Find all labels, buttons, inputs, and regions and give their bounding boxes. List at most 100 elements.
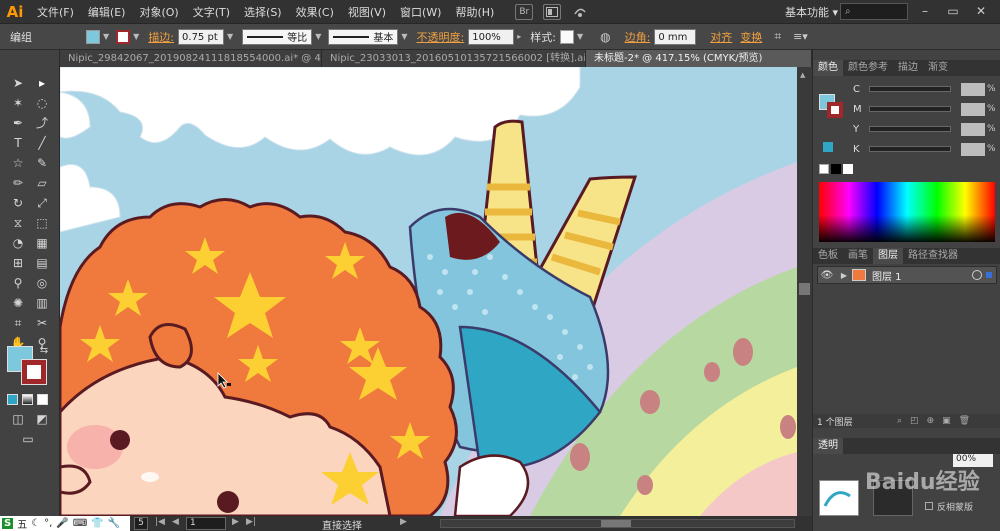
layer-row[interactable]: 👁 ▶ 图层 1 bbox=[817, 266, 997, 284]
eraser-icon[interactable]: ▱ bbox=[32, 174, 52, 192]
next-page-icon[interactable]: ▶ bbox=[232, 517, 239, 527]
recolor-icon[interactable]: ◍ bbox=[600, 30, 610, 44]
cyan-slider[interactable] bbox=[869, 86, 951, 92]
draw-inside-icon[interactable]: ◩ bbox=[32, 410, 52, 428]
curvature-tool-icon[interactable]: ⤴ bbox=[32, 114, 52, 132]
lasso-icon[interactable]: ◌ bbox=[32, 94, 52, 112]
scale-icon[interactable]: ⤢ bbox=[32, 194, 52, 212]
gradient-mode-icon[interactable] bbox=[22, 394, 33, 405]
tab-brushes[interactable]: 画笔 bbox=[843, 248, 873, 264]
menu-object[interactable]: 对象(O) bbox=[132, 4, 185, 20]
yellow-slider[interactable] bbox=[869, 126, 951, 132]
blend-tool-icon[interactable]: ◎ bbox=[32, 274, 52, 292]
out-of-gamut-icon[interactable] bbox=[823, 142, 833, 152]
last-page-icon[interactable]: ▶| bbox=[246, 517, 256, 527]
tab-document-2[interactable]: Nipic_23033013_20160510135721566002 [转换]… bbox=[322, 50, 586, 67]
maximize-button[interactable]: ▭ bbox=[940, 3, 966, 20]
artboard-tool-icon[interactable]: ⌗ bbox=[8, 314, 28, 332]
layer-name[interactable]: 图层 1 bbox=[872, 268, 972, 283]
gradient-tool-icon[interactable]: ▤ bbox=[32, 254, 52, 272]
mesh-tool-icon[interactable]: ⊞ bbox=[8, 254, 28, 272]
tab-document-3[interactable]: 未标题-2* @ 417.15% (CMYK/预览) bbox=[586, 50, 812, 67]
panel-menu-icon[interactable]: ≡▾ bbox=[793, 30, 808, 43]
ime-toolbar[interactable]: S 五 ☾ °, 🎤 ⌨ 👕 🔧 bbox=[0, 516, 130, 531]
graph-tool-icon[interactable]: ▥ bbox=[32, 294, 52, 312]
opacity-field[interactable]: 100% bbox=[468, 28, 515, 45]
invert-mask-checkbox[interactable] bbox=[925, 502, 933, 510]
locate-object-icon[interactable]: ⌕ bbox=[897, 416, 902, 426]
swap-colors-icon[interactable]: ⇆ bbox=[34, 342, 54, 360]
paintbrush-icon[interactable]: ✎ bbox=[32, 154, 52, 172]
variable-width-profile[interactable]: 等比 bbox=[242, 28, 313, 45]
chevron-right-icon[interactable]: ▸ bbox=[517, 32, 521, 41]
menu-view[interactable]: 视图(V) bbox=[341, 4, 393, 20]
first-page-icon[interactable]: |◀ bbox=[155, 517, 165, 527]
none-swatch[interactable] bbox=[819, 164, 829, 174]
cyan-value[interactable] bbox=[961, 82, 985, 96]
tab-layers[interactable]: 图层 bbox=[873, 248, 903, 264]
type-tool-icon[interactable]: T bbox=[8, 134, 28, 152]
white-swatch[interactable] bbox=[843, 164, 853, 174]
eyedropper-icon[interactable]: ⚲ bbox=[8, 274, 28, 292]
vertical-scrollbar[interactable]: ▲ bbox=[797, 67, 812, 516]
bridge-icon[interactable]: Br bbox=[515, 3, 534, 20]
panel-stroke-swatch[interactable] bbox=[827, 102, 843, 118]
shape-builder-icon[interactable]: ◔ bbox=[8, 234, 28, 252]
menu-edit[interactable]: 编辑(E) bbox=[81, 4, 133, 20]
chevron-down-icon[interactable]: ▼ bbox=[577, 32, 583, 41]
color-mode-icon[interactable] bbox=[7, 394, 18, 405]
chevron-down-icon[interactable]: ▼ bbox=[315, 32, 321, 41]
tab-color-guide[interactable]: 颜色参考 bbox=[843, 60, 893, 76]
arrange-icon[interactable] bbox=[543, 3, 562, 20]
selection-tool-icon[interactable]: ➤ bbox=[8, 74, 28, 92]
tab-document-1[interactable]: Nipic_29842067_20190824111818554000.ai* … bbox=[60, 50, 322, 67]
target-icon[interactable] bbox=[972, 270, 982, 280]
magenta-value[interactable] bbox=[961, 102, 985, 116]
trash-icon[interactable]: 🗑 bbox=[959, 416, 970, 426]
menu-type[interactable]: 文字(T) bbox=[186, 4, 237, 20]
none-mode-icon[interactable] bbox=[37, 394, 48, 405]
menu-select[interactable]: 选择(S) bbox=[237, 4, 289, 20]
black-slider[interactable] bbox=[869, 146, 951, 152]
free-transform-icon[interactable]: ⬚ bbox=[32, 214, 52, 232]
chevron-down-icon[interactable]: ▼ bbox=[103, 32, 109, 41]
fill-swatch[interactable] bbox=[86, 29, 100, 44]
symbol-sprayer-icon[interactable]: ✺ bbox=[8, 294, 28, 312]
width-tool-icon[interactable]: ⧖ bbox=[8, 214, 28, 232]
menu-effect[interactable]: 效果(C) bbox=[289, 4, 341, 20]
black-swatch[interactable] bbox=[831, 164, 841, 174]
stroke-color-swatch[interactable] bbox=[21, 359, 47, 385]
tab-stroke[interactable]: 描边 bbox=[893, 60, 923, 76]
clipping-mask-icon[interactable]: ◰ bbox=[910, 416, 919, 426]
screen-mode-icon[interactable]: ▭ bbox=[18, 430, 38, 448]
chevron-down-icon[interactable]: ▼ bbox=[401, 32, 407, 41]
tab-transparency[interactable]: 透明 bbox=[813, 438, 843, 454]
new-sublayer-icon[interactable]: ⊕ bbox=[927, 416, 935, 426]
opacity-label[interactable]: 不透明度: bbox=[417, 29, 465, 45]
search-input[interactable]: ⌕ bbox=[840, 3, 908, 20]
align-link[interactable]: 对齐 bbox=[710, 29, 732, 45]
isolate-icon[interactable]: ⌗ bbox=[774, 29, 781, 44]
workspace-switcher[interactable]: 基本功能 ▾ bbox=[785, 4, 838, 20]
graphic-style-swatch[interactable] bbox=[559, 29, 574, 44]
direct-selection-tool-icon[interactable]: ▸ bbox=[32, 74, 52, 92]
scroll-thumb[interactable] bbox=[601, 520, 631, 527]
minimize-button[interactable]: – bbox=[912, 3, 938, 20]
draw-mode-icon[interactable]: ◫ bbox=[8, 410, 28, 428]
magic-wand-icon[interactable]: ✶ bbox=[8, 94, 28, 112]
tab-pathfinder[interactable]: 路径查找器 bbox=[903, 248, 963, 264]
menu-file[interactable]: 文件(F) bbox=[30, 4, 81, 20]
corner-field[interactable]: 0 mm bbox=[654, 28, 697, 45]
sync-icon[interactable] bbox=[571, 4, 589, 20]
selection-indicator-icon[interactable] bbox=[986, 272, 992, 278]
stroke-weight-field[interactable]: 0.75 pt bbox=[178, 28, 225, 45]
menu-window[interactable]: 窗口(W) bbox=[393, 4, 448, 20]
color-spectrum[interactable] bbox=[819, 182, 995, 242]
slice-tool-icon[interactable]: ✂ bbox=[32, 314, 52, 332]
star-tool-icon[interactable]: ☆ bbox=[8, 154, 28, 172]
scroll-up-icon[interactable]: ▲ bbox=[800, 71, 805, 79]
black-value[interactable] bbox=[961, 142, 985, 156]
horizontal-scrollbar[interactable] bbox=[440, 519, 795, 528]
tab-swatches[interactable]: 色板 bbox=[813, 248, 843, 264]
pen-tool-icon[interactable]: ✒ bbox=[8, 114, 28, 132]
